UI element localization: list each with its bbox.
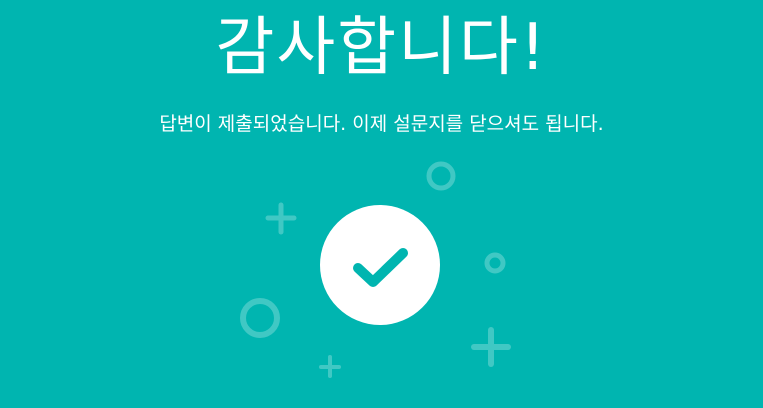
- ring-icon: [240, 298, 280, 338]
- decorative-background: [240, 161, 511, 378]
- check-icon: [353, 248, 408, 287]
- plus-icon: [319, 355, 341, 378]
- plus-icon: [471, 327, 511, 367]
- ring-icon: [484, 252, 506, 274]
- plus-icon: [265, 202, 297, 235]
- success-badge: [320, 205, 440, 325]
- ring-icon: [426, 161, 456, 191]
